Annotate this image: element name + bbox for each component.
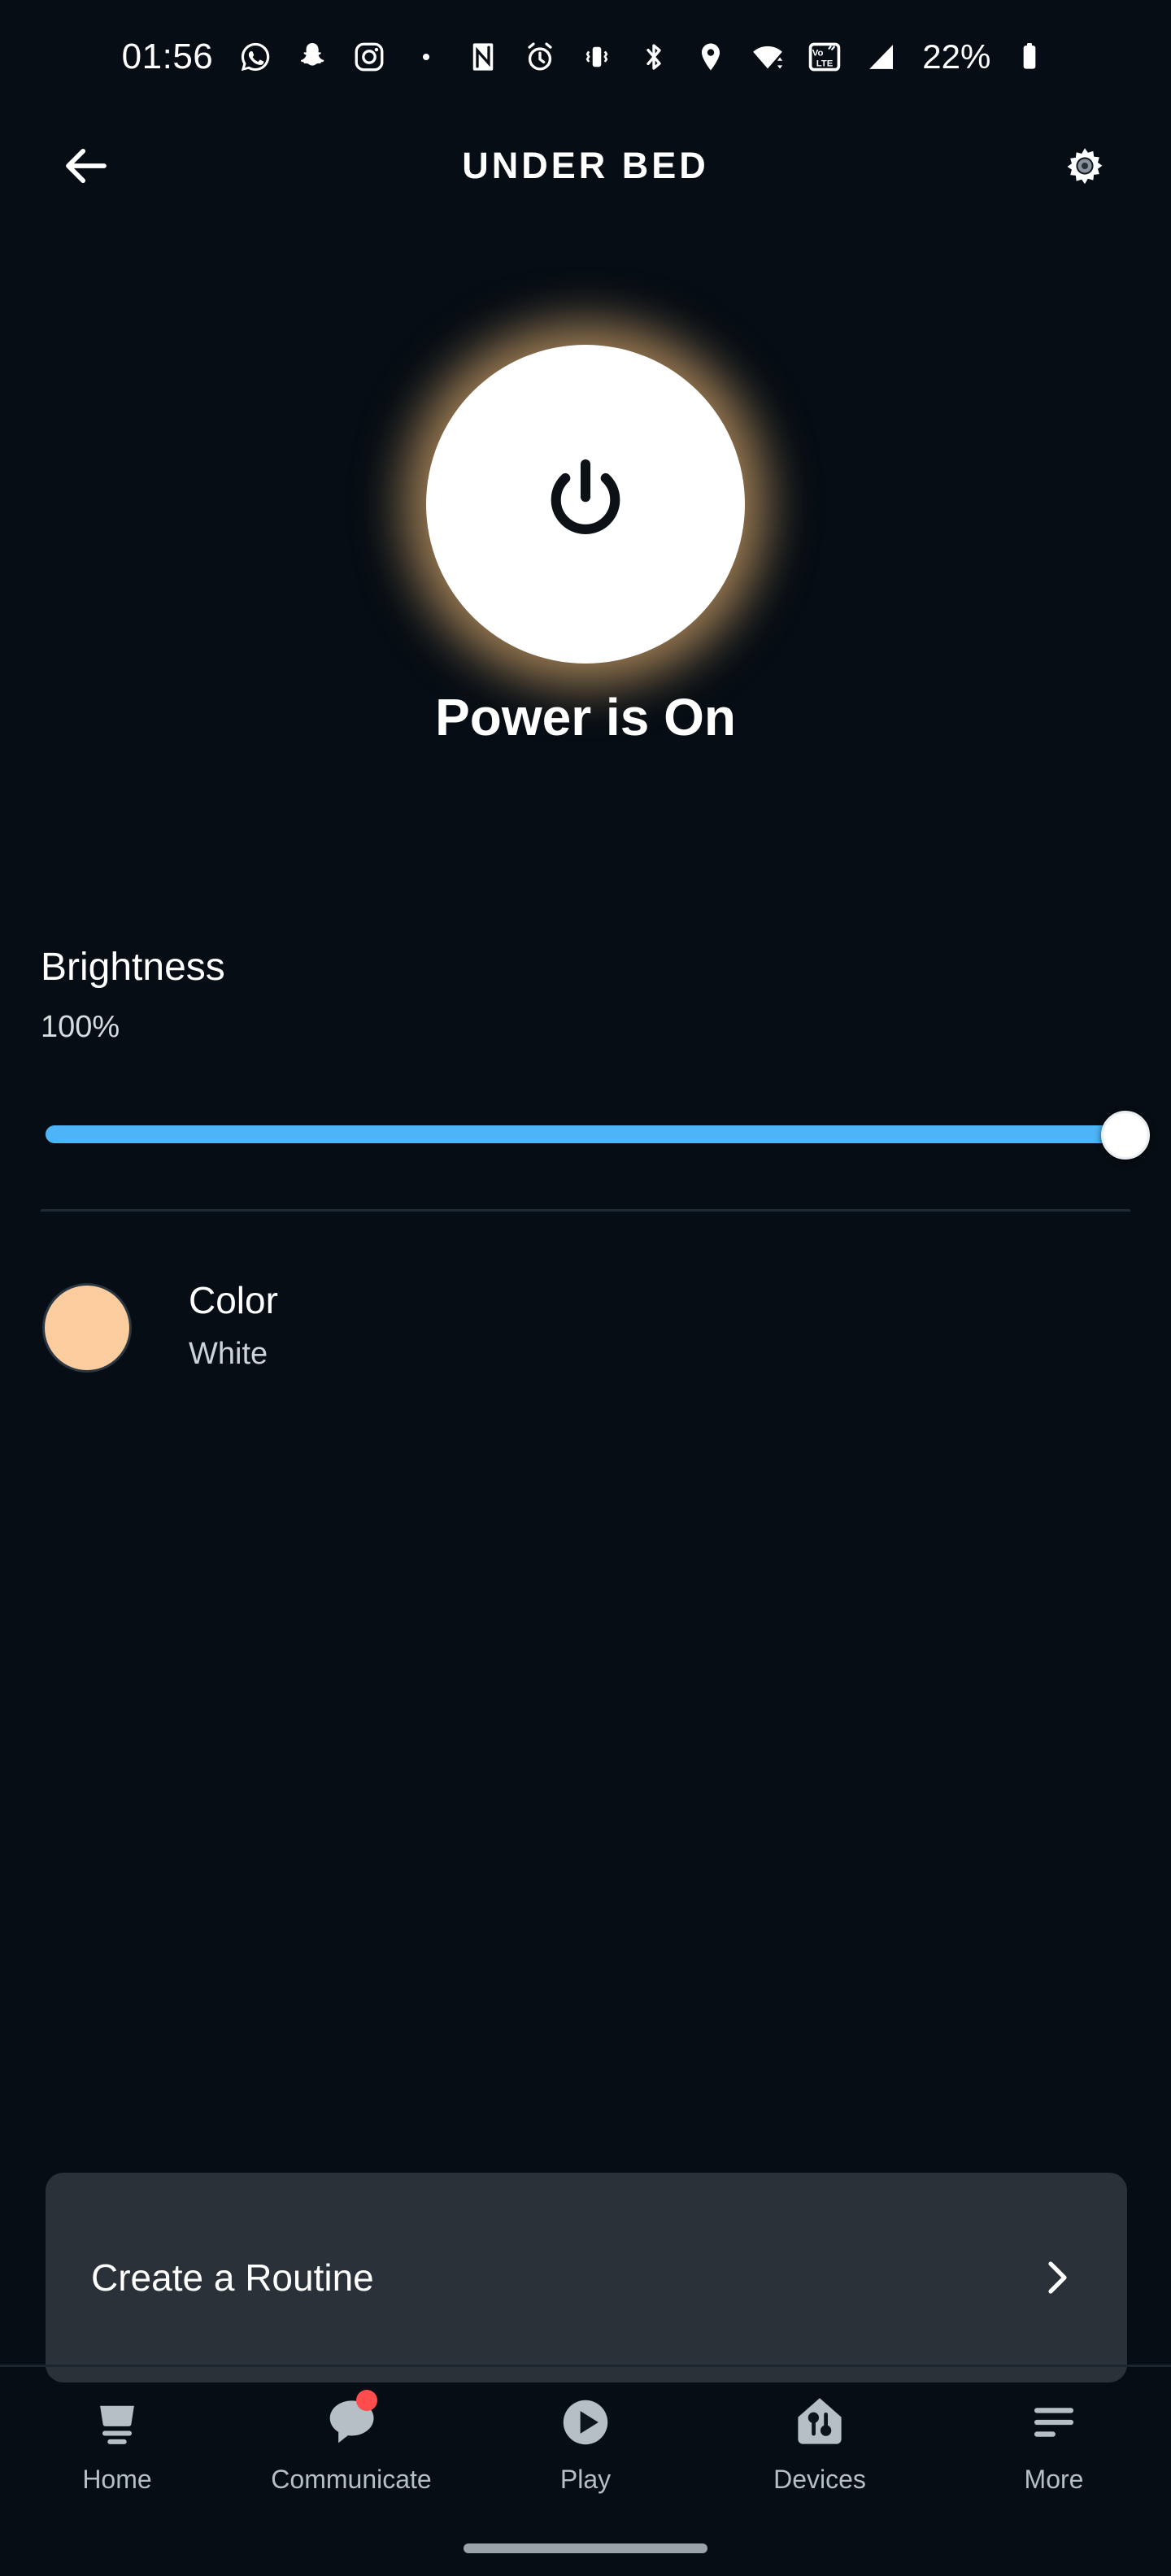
nav-item-devices[interactable]: Devices [703,2388,937,2495]
brightness-value: 100% [41,1010,120,1044]
page-title: UNDER BED [462,145,709,186]
volte-icon: Vo LTE [805,37,844,76]
dot-icon [407,37,446,76]
status-clock: 01:56 [121,37,214,76]
snapchat-icon [293,37,332,76]
house-controls-icon [786,2388,854,2456]
section-divider [41,1209,1130,1212]
vibrate-icon [577,37,616,76]
color-value: White [189,1337,268,1371]
brightness-slider-fill [46,1125,1125,1143]
nav-item-communicate[interactable]: Communicate [234,2388,468,2495]
signal-icon [862,37,901,76]
power-section: Power is On [0,244,1171,813]
settings-button[interactable] [1049,130,1121,202]
create-routine-card[interactable]: Create a Routine [46,2173,1127,2382]
nav-item-home[interactable]: Home [0,2388,234,2495]
gear-icon [1067,148,1103,185]
hamburger-menu-icon [1020,2388,1088,2456]
home-indicator[interactable] [464,2543,707,2553]
brightness-slider[interactable] [0,1090,1171,1179]
app-screen: 01:56 Vo LTE 22% UNDER BED Power is On B… [0,0,1171,2576]
location-icon [691,37,730,76]
nav-label-communicate: Communicate [271,2465,432,2494]
nav-label-play: Play [559,2465,612,2494]
power-toggle-button[interactable] [426,345,745,664]
nav-label-home: Home [82,2465,152,2494]
communicate-badge [356,2390,377,2411]
brightness-slider-thumb[interactable] [1101,1111,1150,1160]
power-status-text: Power is On [435,688,736,746]
play-circle-icon [551,2388,620,2456]
nav-label-more: More [1024,2465,1084,2494]
back-button[interactable] [50,130,122,202]
create-routine-label: Create a Routine [91,2256,374,2299]
svg-text:Vo: Vo [812,49,824,59]
color-row[interactable]: Color White [0,1260,1171,1399]
brightness-label: Brightness [41,946,225,989]
nfc-icon [464,37,503,76]
nav-item-play[interactable]: Play [468,2388,703,2495]
bottom-navigation: Home Communicate Play Devices More [0,2367,1171,2538]
status-bar: 01:56 Vo LTE 22% [0,0,1171,114]
nav-label-devices: Devices [773,2465,866,2494]
chevron-right-icon [1034,2246,1078,2309]
echo-device-icon [83,2388,151,2456]
bluetooth-icon [634,37,673,76]
alarm-icon [520,37,559,76]
battery-percentage: 22% [922,37,991,76]
wifi-icon [748,37,787,76]
arrow-left-icon [66,148,107,184]
instagram-icon [350,37,389,76]
whatsapp-icon [236,37,275,76]
app-header: UNDER BED [0,114,1171,218]
battery-icon [1010,37,1049,76]
color-swatch [42,1283,132,1373]
nav-item-more[interactable]: More [937,2388,1171,2495]
color-label: Color [189,1279,278,1321]
svg-text:LTE: LTE [816,59,834,68]
power-icon [551,459,620,534]
speech-bubble-icon [317,2388,385,2456]
